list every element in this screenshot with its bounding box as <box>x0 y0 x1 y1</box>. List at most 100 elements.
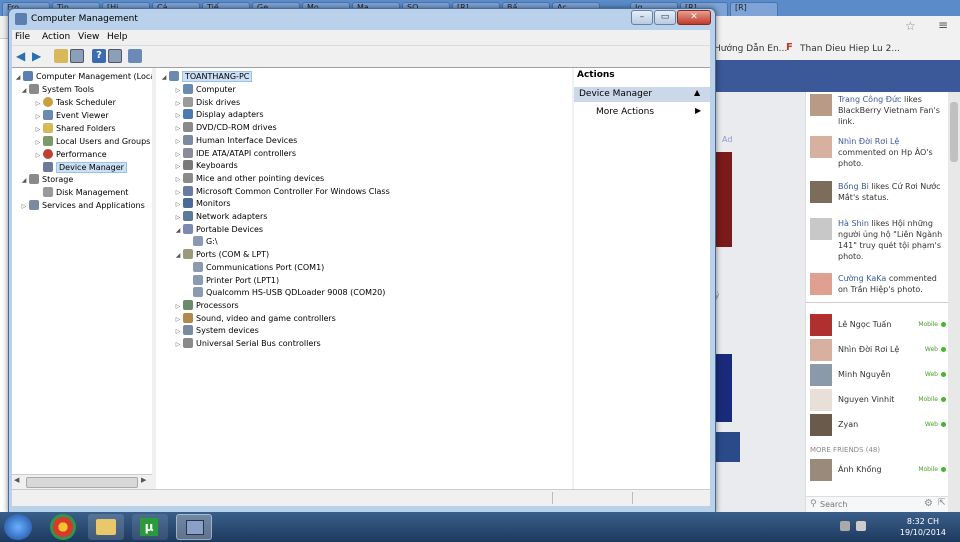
device-category[interactable]: ▷ Display adapters <box>174 109 264 121</box>
menu-help[interactable]: Help <box>107 32 128 42</box>
device-category[interactable]: ▷ Microsoft Common Controller For Windows… <box>174 185 390 199</box>
expand-arrow-icon[interactable]: ▷ <box>174 98 182 110</box>
utorrent-icon[interactable]: µ <box>132 514 168 540</box>
gear-icon[interactable]: ⚙ <box>924 498 933 509</box>
minimize-button[interactable]: – <box>631 10 653 25</box>
expand-arrow-icon[interactable]: ▷ <box>174 199 182 211</box>
device-category[interactable]: ▷ IDE ATA/ATAPI controllers <box>174 147 296 161</box>
expand-arrow-icon[interactable]: ▷ <box>34 111 42 123</box>
expand-arrow-icon[interactable]: ▷ <box>174 187 182 199</box>
friend-item[interactable]: Lê Ngọc Tuấn Mobile <box>810 314 948 336</box>
expand-arrow-icon[interactable]: ▷ <box>34 124 42 136</box>
actions-device-manager[interactable]: Device Manager ▲ <box>574 87 710 102</box>
network-icon[interactable] <box>856 521 866 531</box>
scrollbar-thumb[interactable] <box>26 477 138 488</box>
maximize-button[interactable]: ▭ <box>654 10 676 25</box>
expand-arrow-icon[interactable]: ▷ <box>174 110 182 122</box>
title-bar[interactable]: Computer Management – ▭ ✕ <box>9 9 715 31</box>
ticker-item[interactable]: Cường KaKa commented on Trần Hiệp's phot… <box>810 273 946 295</box>
forward-arrow-icon[interactable]: ▶ <box>32 49 46 63</box>
device-category[interactable]: ▷ Human Interface Devices <box>174 134 297 148</box>
friend-item[interactable]: Nguyen Vinhit Mobile <box>810 389 948 411</box>
close-button[interactable]: ✕ <box>677 10 711 25</box>
expand-arrow-icon[interactable]: ▷ <box>174 314 182 326</box>
device-category[interactable]: ◢ Ports (COM & LPT) <box>174 249 269 261</box>
tree-system-tools[interactable]: ◢ System Tools <box>20 84 94 96</box>
expand-arrow-icon[interactable]: ▷ <box>34 98 42 110</box>
tree-horizontal-scrollbar[interactable]: ◀ ▶ <box>12 474 152 489</box>
menu-view[interactable]: View <box>78 32 99 42</box>
friend-item[interactable]: Ánh Khổng Mobile <box>810 459 948 481</box>
device-category[interactable]: ▷ Disk drives <box>174 96 240 110</box>
tree-device-manager[interactable]: Device Manager <box>34 162 127 174</box>
ticker-item[interactable]: Trang Công Đức likes BlackBerry Vietnam … <box>810 94 946 127</box>
more-actions[interactable]: More Actions ▶ <box>574 105 710 120</box>
device-category[interactable]: ▷ Sound, video and game controllers <box>174 312 336 326</box>
action-pane-icon[interactable] <box>108 49 122 63</box>
expand-arrow-icon[interactable]: ▷ <box>34 150 42 162</box>
expand-arrow-icon[interactable]: ▷ <box>174 326 182 338</box>
expand-arrow-icon[interactable]: ▷ <box>174 136 182 148</box>
device-category[interactable]: ▷ Keyboards <box>174 160 238 172</box>
ticker-item[interactable]: Bống Bi likes Cứ Rơi Nước Mắt's status. <box>810 181 946 203</box>
explorer-icon[interactable] <box>88 514 124 540</box>
scroll-left-icon[interactable]: ◀ <box>14 476 19 484</box>
expand-arrow-icon[interactable]: ▷ <box>174 339 182 351</box>
device-category[interactable]: ▷ Universal Serial Bus controllers <box>174 338 321 350</box>
popout-icon[interactable]: ⇱ <box>938 498 946 508</box>
device-category[interactable]: ▷ DVD/CD-ROM drives <box>174 122 277 134</box>
ticker-item[interactable]: Nhìn Đời Rơi Lệ commented on Hp ÂO's pho… <box>810 136 946 169</box>
ticker-item[interactable]: Hà Shin likes Hội những người ủng hộ "Li… <box>810 218 946 262</box>
expand-arrow-icon[interactable]: ▷ <box>174 123 182 135</box>
tree-task-scheduler[interactable]: ▷ Task Scheduler <box>34 97 116 109</box>
tree-performance[interactable]: ▷ Performance <box>34 149 107 161</box>
device-item[interactable]: Qualcomm HS-USB QDLoader 9008 (COM20) <box>192 287 385 299</box>
collapse-arrow-icon[interactable]: ◢ <box>174 250 182 262</box>
computer-management-taskbar-icon[interactable] <box>176 514 212 540</box>
up-folder-icon[interactable] <box>54 49 68 63</box>
friend-item[interactable]: Minh Nguyễn Web <box>810 364 948 386</box>
device-category[interactable]: ▷ Network adapters <box>174 211 267 223</box>
friend-item[interactable]: Nhìn Đời Rơi Lệ Web <box>810 339 948 361</box>
expand-arrow-icon[interactable]: ▷ <box>174 85 182 97</box>
expand-arrow-icon[interactable]: ▷ <box>174 149 182 161</box>
tree-event-viewer[interactable]: ▷ Event Viewer <box>34 110 109 122</box>
tree-disk-management[interactable]: Disk Management <box>34 187 128 199</box>
scan-hardware-icon[interactable] <box>128 49 142 63</box>
tree-storage[interactable]: ◢ Storage <box>20 174 73 186</box>
expand-arrow-icon[interactable]: ▷ <box>174 174 182 186</box>
expand-arrow-icon[interactable]: ▷ <box>174 301 182 313</box>
expand-arrow-icon[interactable]: ▷ <box>174 212 182 224</box>
device-item[interactable]: Printer Port (LPT1) <box>192 274 279 287</box>
computer-node[interactable]: ◢ TOANTHANG-PC <box>160 71 253 84</box>
device-category[interactable]: ▷ Mice and other pointing devices <box>174 172 324 186</box>
browser-tab[interactable]: [R] <box>730 2 778 16</box>
scroll-right-icon[interactable]: ▶ <box>141 476 146 484</box>
device-category[interactable]: ▷ Computer <box>174 84 236 96</box>
back-arrow-icon[interactable]: ◀ <box>16 49 30 63</box>
device-item[interactable]: G:\ <box>192 236 218 248</box>
collapse-arrow-icon[interactable]: ◢ <box>20 175 28 187</box>
expand-arrow-icon[interactable]: ▷ <box>174 161 182 173</box>
tray-icon[interactable] <box>840 521 850 531</box>
collapse-arrow-icon[interactable]: ◢ <box>14 72 22 84</box>
device-category[interactable]: ▷ Monitors <box>174 198 231 210</box>
friend-item[interactable]: Zyan Web <box>810 414 948 436</box>
scrollbar-thumb[interactable] <box>950 102 958 162</box>
menu-action[interactable]: Action <box>42 32 70 42</box>
collapse-arrow-icon[interactable]: ◢ <box>174 225 182 237</box>
expand-arrow-icon[interactable]: ▷ <box>34 137 42 149</box>
device-category[interactable]: ▷ System devices <box>174 325 259 337</box>
show-hide-tree-icon[interactable] <box>70 49 84 63</box>
page-scrollbar[interactable] <box>948 92 960 512</box>
bookmark-item[interactable]: Hướng Dẫn En... <box>714 44 787 54</box>
tree-root[interactable]: ◢ Computer Management (Local <box>14 71 152 84</box>
chrome-icon[interactable] <box>50 514 76 540</box>
star-icon[interactable]: ☆ <box>905 19 916 33</box>
collapse-arrow-icon[interactable]: ◢ <box>20 85 28 97</box>
device-category[interactable]: ▷ Processors <box>174 299 239 313</box>
menu-icon[interactable]: ≡ <box>938 18 948 32</box>
menu-file[interactable]: File <box>15 32 30 42</box>
collapse-arrow-icon[interactable]: ◢ <box>160 72 168 84</box>
bookmark-item[interactable]: Than Dieu Hiep Lu 2... <box>800 44 900 54</box>
